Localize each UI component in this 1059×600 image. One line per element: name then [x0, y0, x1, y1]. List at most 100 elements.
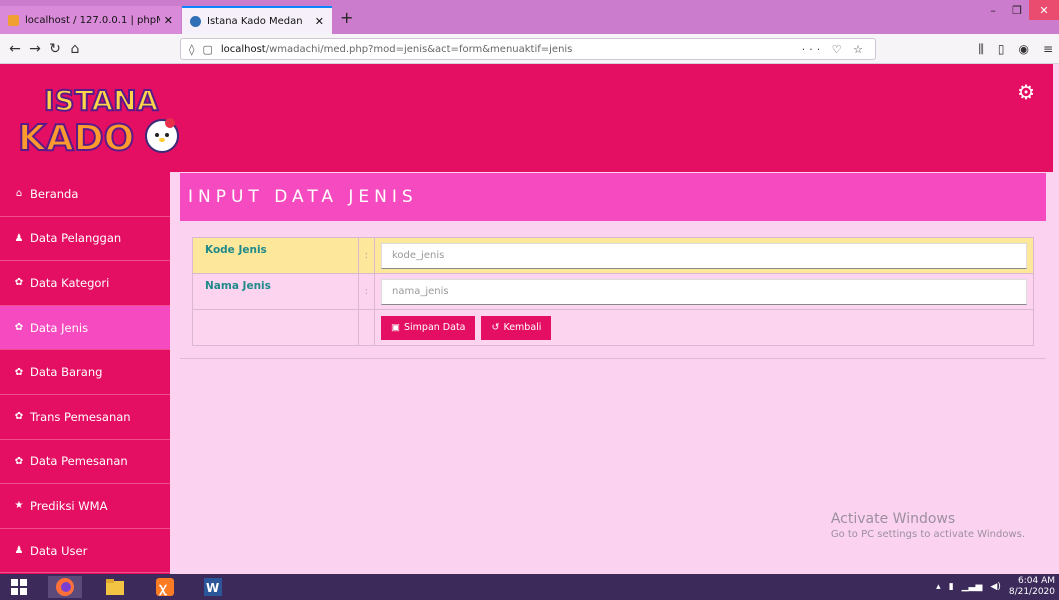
sidebar-item-label: Data Kategori	[30, 275, 110, 290]
page-title: INPUT DATA JENIS	[180, 173, 1046, 221]
form-row-kode: Kode Jenis : kode_jenis	[192, 237, 1034, 274]
sidebar-item-label: Trans Pemesanan	[30, 409, 131, 424]
browser-tab-bar: localhost / 127.0.0.1 | phpMyAd ✕ Istana…	[0, 0, 1059, 34]
svg-text:KADO: KADO	[18, 118, 134, 158]
account-icon[interactable]: ◉	[1018, 42, 1028, 57]
start-icon[interactable]	[2, 576, 36, 598]
url-bar[interactable]: ◊ ▢ localhost /wmadachi/med.php?mod=jeni…	[180, 38, 876, 60]
tab-title: Istana Kado Medan	[207, 15, 303, 27]
sidebar-item-label: Prediksi WMA	[30, 498, 108, 513]
watermark-subtitle: Go to PC settings to activate Windows.	[830, 529, 1025, 540]
sidebar-item-label: Data User	[30, 543, 88, 558]
svg-text:W: W	[206, 581, 219, 595]
tags-icon: ✿	[14, 455, 24, 467]
sidebar-item-label: Data Pemesanan	[30, 454, 128, 469]
close-window-icon[interactable]: ✕	[1029, 0, 1059, 20]
battery-icon[interactable]: ▮	[949, 582, 954, 592]
phpmyadmin-favicon-icon	[8, 14, 19, 26]
page-scrollbar[interactable]	[1053, 64, 1059, 574]
menu-icon[interactable]: ≡	[1043, 42, 1053, 57]
sidebar-item-data-pemesanan[interactable]: ✿ Data Pemesanan	[0, 440, 170, 485]
sidebar-item-prediksi-wma[interactable]: ★ Prediksi WMA	[0, 484, 170, 529]
save-icon: ▣	[391, 322, 400, 333]
tags-icon: ✿	[14, 322, 24, 334]
user-icon: ♟	[14, 545, 24, 557]
tab-phpmyadmin[interactable]: localhost / 127.0.0.1 | phpMyAd ✕	[0, 6, 181, 34]
colon-separator: :	[357, 237, 376, 274]
empty-cell	[192, 309, 359, 346]
back-button-label: Kembali	[503, 322, 542, 333]
kode-jenis-input[interactable]: kode_jenis	[381, 242, 1027, 269]
sidebar-item-label: Data Jenis	[30, 320, 89, 335]
sidebar-item-trans-pemesanan[interactable]: ✿ Trans Pemesanan	[0, 395, 170, 440]
content-divider	[180, 358, 1046, 359]
main-content: INPUT DATA JENIS Kode Jenis : kode_jenis…	[180, 172, 1046, 359]
clock-time: 6:04 AM	[1018, 576, 1055, 586]
kode-jenis-label: Kode Jenis	[192, 237, 359, 274]
firefox-icon[interactable]	[48, 576, 82, 598]
home-icon: ⌂	[15, 188, 23, 200]
sidebar-item-data-user[interactable]: ♟ Data User	[0, 529, 170, 574]
sidebar-item-beranda[interactable]: ⌂ Beranda	[0, 172, 170, 217]
network-icon[interactable]: ▁▃▅	[962, 582, 983, 592]
sidebar-item-label: Beranda	[30, 186, 79, 201]
form-row-actions: ▣ Simpan Data ↺ Kembali	[192, 309, 1034, 346]
restore-icon[interactable]: ❐	[1005, 0, 1029, 20]
url-host: localhost	[220, 43, 266, 55]
tab-istana-kado[interactable]: Istana Kado Medan ✕	[182, 6, 332, 34]
toolbar-icons: ⫼ ▯ ◉ ≡	[978, 42, 1053, 57]
system-tray: ▴ ▮ ▁▃▅ ◀) 6:04 AM 8/21/2020	[936, 576, 1055, 598]
show-hidden-icons-icon[interactable]: ▴	[936, 582, 941, 592]
sidebar: ⌂ Beranda ♟ Data Pelanggan ✿ Data Katego…	[0, 172, 170, 574]
form-table: Kode Jenis : kode_jenis Nama Jenis : nam…	[192, 237, 1034, 346]
url-path: /wmadachi/med.php?mod=jenis&act=form&men…	[265, 43, 573, 55]
undo-icon: ↺	[491, 322, 500, 333]
form-row-nama: Nama Jenis : nama_jenis	[192, 273, 1034, 310]
new-tab-button[interactable]: +	[340, 8, 353, 27]
svg-text:ISTANA: ISTANA	[44, 84, 159, 117]
istana-kado-logo: ISTANA KADO	[17, 83, 179, 158]
minimize-icon[interactable]: –	[981, 0, 1005, 20]
site-favicon-icon	[190, 15, 201, 27]
star-icon: ★	[14, 500, 24, 512]
tags-icon: ✿	[14, 366, 24, 378]
empty-cell	[357, 309, 376, 346]
nama-field-cell: nama_jenis	[374, 273, 1034, 310]
nama-jenis-input[interactable]: nama_jenis	[381, 278, 1027, 305]
back-button[interactable]: ↺ Kembali	[481, 315, 552, 340]
forward-icon[interactable]: →	[24, 39, 46, 59]
user-icon: ♟	[14, 232, 24, 244]
shield-icon[interactable]: ◊	[189, 43, 194, 56]
windows-taskbar: ꭓ W ▴ ▮ ▁▃▅ ◀) 6:04 AM 8/21/2020	[0, 574, 1059, 600]
save-button-label: Simpan Data	[403, 322, 466, 333]
reload-icon[interactable]: ↻	[44, 39, 66, 59]
windows-activation-watermark: Activate Windows Go to PC settings to ac…	[831, 511, 1025, 540]
settings-gear-icon[interactable]: ⚙	[1017, 80, 1035, 104]
back-icon[interactable]: ←	[4, 39, 26, 59]
tab-close-icon[interactable]: ✕	[315, 15, 324, 28]
library-icon[interactable]: ⫼	[978, 42, 984, 57]
save-button[interactable]: ▣ Simpan Data	[381, 315, 476, 340]
sidebar-item-data-jenis[interactable]: ✿ Data Jenis	[0, 305, 170, 351]
colon-separator: :	[357, 273, 376, 310]
clock[interactable]: 6:04 AM 8/21/2020	[1009, 576, 1055, 598]
tab-title: localhost / 127.0.0.1 | phpMyAd	[25, 14, 160, 26]
word-icon[interactable]: W	[196, 576, 230, 598]
window-controls: – ❐ ✕	[981, 0, 1059, 22]
actions-cell: ▣ Simpan Data ↺ Kembali	[374, 309, 1034, 346]
sidebar-item-data-kategori[interactable]: ✿ Data Kategori	[0, 261, 170, 306]
sidebar-item-data-pelanggan[interactable]: ♟ Data Pelanggan	[0, 217, 170, 262]
tab-close-icon[interactable]: ✕	[164, 14, 173, 27]
page-actions[interactable]: ··· ♡ ☆	[802, 43, 867, 56]
page-icon: ▢	[202, 42, 213, 56]
clock-date: 8/21/2020	[1008, 587, 1055, 597]
xampp-icon[interactable]: ꭓ	[148, 576, 182, 598]
volume-icon[interactable]: ◀)	[990, 582, 1000, 592]
file-explorer-icon[interactable]	[98, 576, 132, 598]
home-icon[interactable]: ⌂	[64, 39, 86, 59]
browser-nav-bar: ← → ↻ ⌂ ◊ ▢ localhost /wmadachi/med.php?…	[0, 34, 1059, 64]
button-group: ▣ Simpan Data ↺ Kembali	[381, 315, 1027, 340]
sidebar-item-data-barang[interactable]: ✿ Data Barang	[0, 350, 170, 395]
sidebar-icon[interactable]: ▯	[998, 42, 1005, 57]
watermark-title: Activate Windows	[830, 511, 956, 527]
